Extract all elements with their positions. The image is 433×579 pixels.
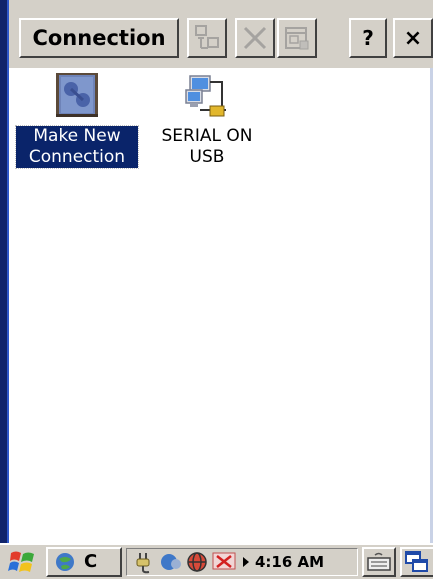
windows-flag-icon [8,551,34,572]
signal-disconnected-icon[interactable] [211,550,239,574]
connection-app-icon [56,553,74,571]
network-status-icon[interactable] [159,550,183,574]
close-button[interactable]: × [393,18,433,58]
windows-cascade-icon [405,551,428,572]
connect-tool-button[interactable] [187,18,227,58]
start-button[interactable] [0,547,44,577]
window-left-border-highlight [7,0,9,579]
taskbar-app-connection[interactable]: C [46,547,122,577]
desktop-switch-button[interactable] [400,547,433,577]
connection-menu-button[interactable]: Connection [19,18,179,58]
clock[interactable]: 4:16 AM [255,553,324,571]
taskbar: C 4:16 AM [0,543,433,579]
make-new-connection-item[interactable]: Make New Connection [15,70,139,169]
tray-expand-arrow-icon[interactable] [241,550,251,574]
serial-on-usb-item[interactable]: SERIAL ON USB [152,70,262,168]
item-label: SERIAL ON USB [161,126,253,167]
command-bar: Connection ? × [9,0,433,68]
globe-network-icon[interactable] [185,550,209,574]
taskbar-app-label: C [84,551,98,572]
make-new-connection-icon [56,73,98,117]
notification-tray: 4:16 AM [126,548,358,576]
help-button[interactable]: ? [349,18,387,58]
network-connect-icon [195,25,219,49]
properties-tool-button[interactable] [277,18,317,58]
properties-icon [285,27,309,50]
power-plug-icon[interactable] [133,550,159,574]
item-label: Make New Connection [15,125,139,169]
serial-connection-icon [185,75,226,117]
delete-tool-button[interactable] [235,18,275,58]
delete-x-icon [243,26,267,50]
keyboard-icon [367,552,391,571]
keyboard-input-button[interactable] [362,547,396,577]
